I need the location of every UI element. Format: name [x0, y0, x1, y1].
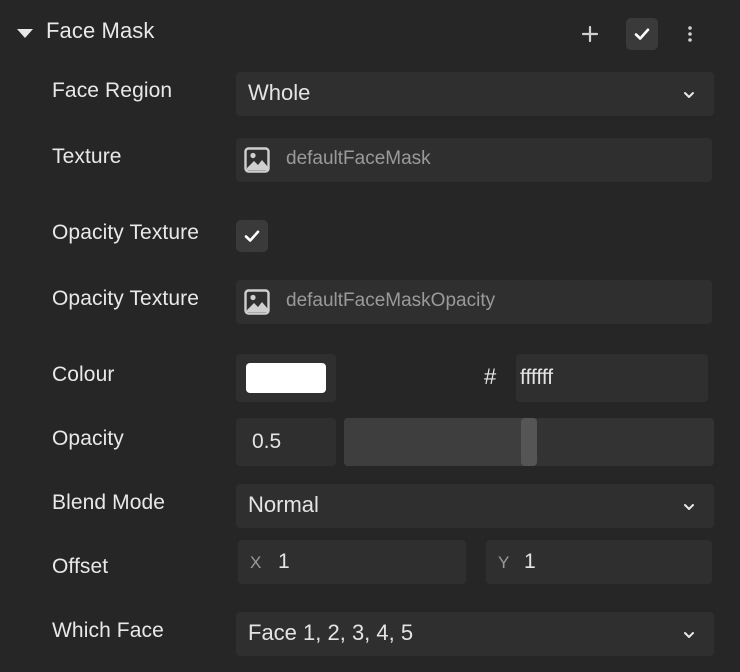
colour-swatch — [246, 363, 326, 393]
face-region-value: Whole — [248, 80, 311, 105]
image-icon — [244, 147, 270, 173]
plus-icon — [581, 25, 599, 43]
opacity-value: 0.5 — [252, 430, 282, 453]
texture-label: Texture — [52, 145, 122, 168]
more-options-button[interactable] — [676, 20, 704, 48]
offset-x-label: X — [250, 553, 262, 572]
face-region-label: Face Region — [52, 79, 173, 102]
opacity-texture-toggle-label: Opacity Texture — [52, 221, 200, 244]
offset-y-input[interactable]: Y 1 — [486, 540, 712, 584]
check-icon — [634, 28, 650, 40]
check-icon — [244, 230, 260, 242]
which-face-value: Face 1, 2, 3, 4, 5 — [248, 620, 414, 645]
offset-y-value: 1 — [524, 550, 536, 573]
collapse-toggle[interactable] — [14, 22, 36, 44]
chevron-down-icon — [684, 92, 694, 98]
colour-label: Colour — [52, 363, 115, 386]
image-icon — [244, 289, 270, 315]
colour-hex-value: ffffff — [520, 366, 554, 389]
add-button[interactable] — [576, 20, 604, 48]
opacity-slider-handle[interactable] — [521, 418, 537, 466]
opacity-texture-checkbox[interactable] — [236, 220, 268, 252]
face-region-dropdown[interactable]: Whole — [236, 72, 714, 116]
caret-down-icon — [17, 29, 33, 38]
opacity-slider[interactable] — [344, 418, 714, 466]
blend-mode-label: Blend Mode — [52, 491, 166, 514]
opacity-texture-value: defaultFaceMaskOpacity — [286, 290, 496, 311]
hex-hash: # — [484, 364, 497, 389]
opacity-texture-picker[interactable]: defaultFaceMaskOpacity — [236, 280, 712, 324]
opacity-label: Opacity — [52, 427, 124, 450]
colour-hex-input[interactable]: ffffff — [516, 354, 708, 402]
offset-label: Offset — [52, 555, 109, 578]
opacity-texture-label: Opacity Texture — [52, 287, 200, 310]
texture-value: defaultFaceMask — [286, 148, 431, 169]
more-vertical-icon — [688, 26, 692, 42]
chevron-down-icon — [684, 632, 694, 638]
offset-x-input[interactable]: X 1 — [238, 540, 466, 584]
opacity-slider-fill — [344, 418, 529, 466]
offset-y-label: Y — [498, 553, 510, 572]
opacity-number-input[interactable]: 0.5 — [236, 418, 336, 466]
blend-mode-value: Normal — [248, 492, 319, 517]
offset-x-value: 1 — [278, 550, 290, 573]
which-face-dropdown[interactable]: Face 1, 2, 3, 4, 5 — [236, 612, 714, 656]
section-title: Face Mask — [46, 18, 155, 43]
texture-picker[interactable]: defaultFaceMask — [236, 138, 712, 182]
blend-mode-dropdown[interactable]: Normal — [236, 484, 714, 528]
chevron-down-icon — [684, 504, 694, 510]
which-face-label: Which Face — [52, 619, 164, 642]
enabled-toggle[interactable] — [626, 18, 658, 50]
colour-swatch-button[interactable] — [236, 354, 336, 402]
